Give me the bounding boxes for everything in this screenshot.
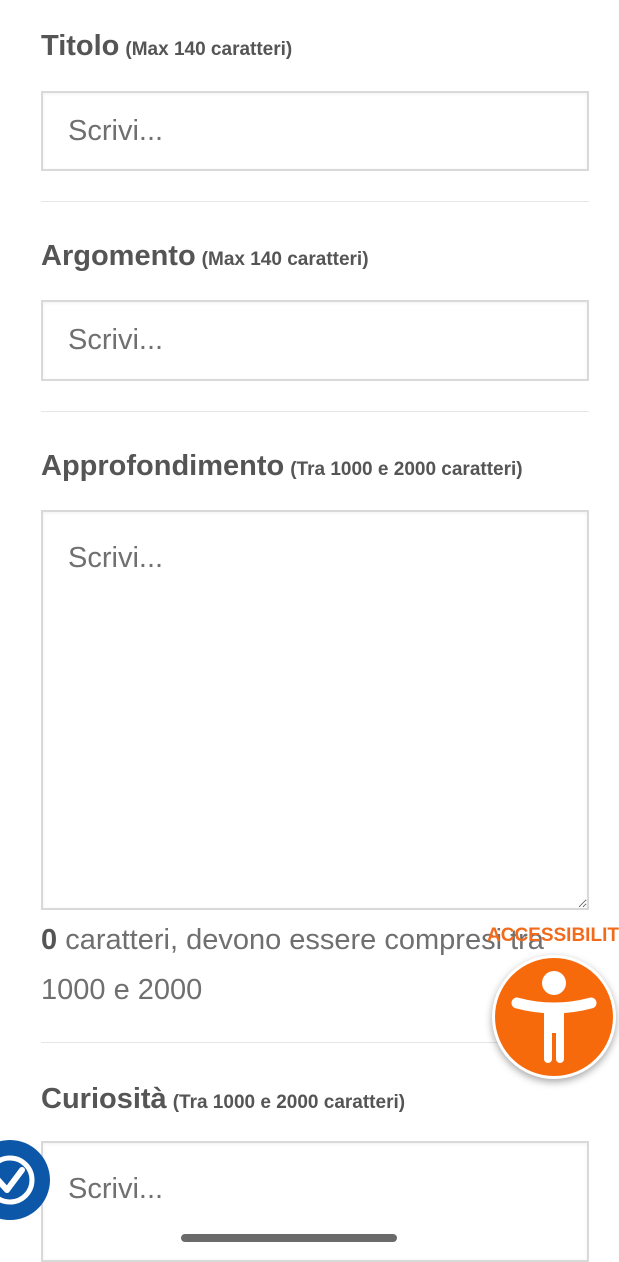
accessibility-label[interactable]: ACCESSIBILITÀ [487, 925, 619, 947]
curiosita-label-text: Curiosità [41, 1083, 167, 1115]
character-counter-text: caratteri, devono essere compresi tra 10… [41, 924, 544, 1006]
home-indicator [181, 1234, 397, 1242]
approfondimento-label-text: Approfondimento [41, 450, 285, 482]
titolo-hint: (Max 140 caratteri) [125, 39, 293, 60]
argomento-label-text: Argomento [41, 240, 196, 272]
curiosita-hint: (Tra 1000 e 2000 caratteri) [172, 1092, 406, 1113]
titolo-label-text: Titolo [41, 30, 120, 62]
divider [41, 201, 589, 202]
curiosita-label: Curiosità (Tra 1000 e 2000 caratteri) [41, 1083, 405, 1116]
curiosita-textarea[interactable] [41, 1141, 589, 1262]
argomento-input[interactable] [41, 300, 589, 381]
approfondimento-hint: (Tra 1000 e 2000 caratteri) [290, 459, 523, 480]
argomento-hint: (Max 140 caratteri) [201, 249, 369, 270]
approfondimento-textarea[interactable] [41, 510, 589, 910]
accessibility-person-icon [511, 971, 597, 1063]
character-count: 0 [41, 924, 58, 956]
approfondimento-label: Approfondimento (Tra 1000 e 2000 caratter… [41, 450, 523, 483]
check-shield-icon [0, 1155, 35, 1205]
titolo-label: Titolo (Max 140 caratteri) [41, 30, 292, 63]
titolo-input[interactable] [41, 91, 589, 171]
accessibility-button[interactable] [492, 955, 616, 1079]
argomento-label: Argomento (Max 140 caratteri) [41, 240, 369, 273]
divider [41, 411, 589, 412]
